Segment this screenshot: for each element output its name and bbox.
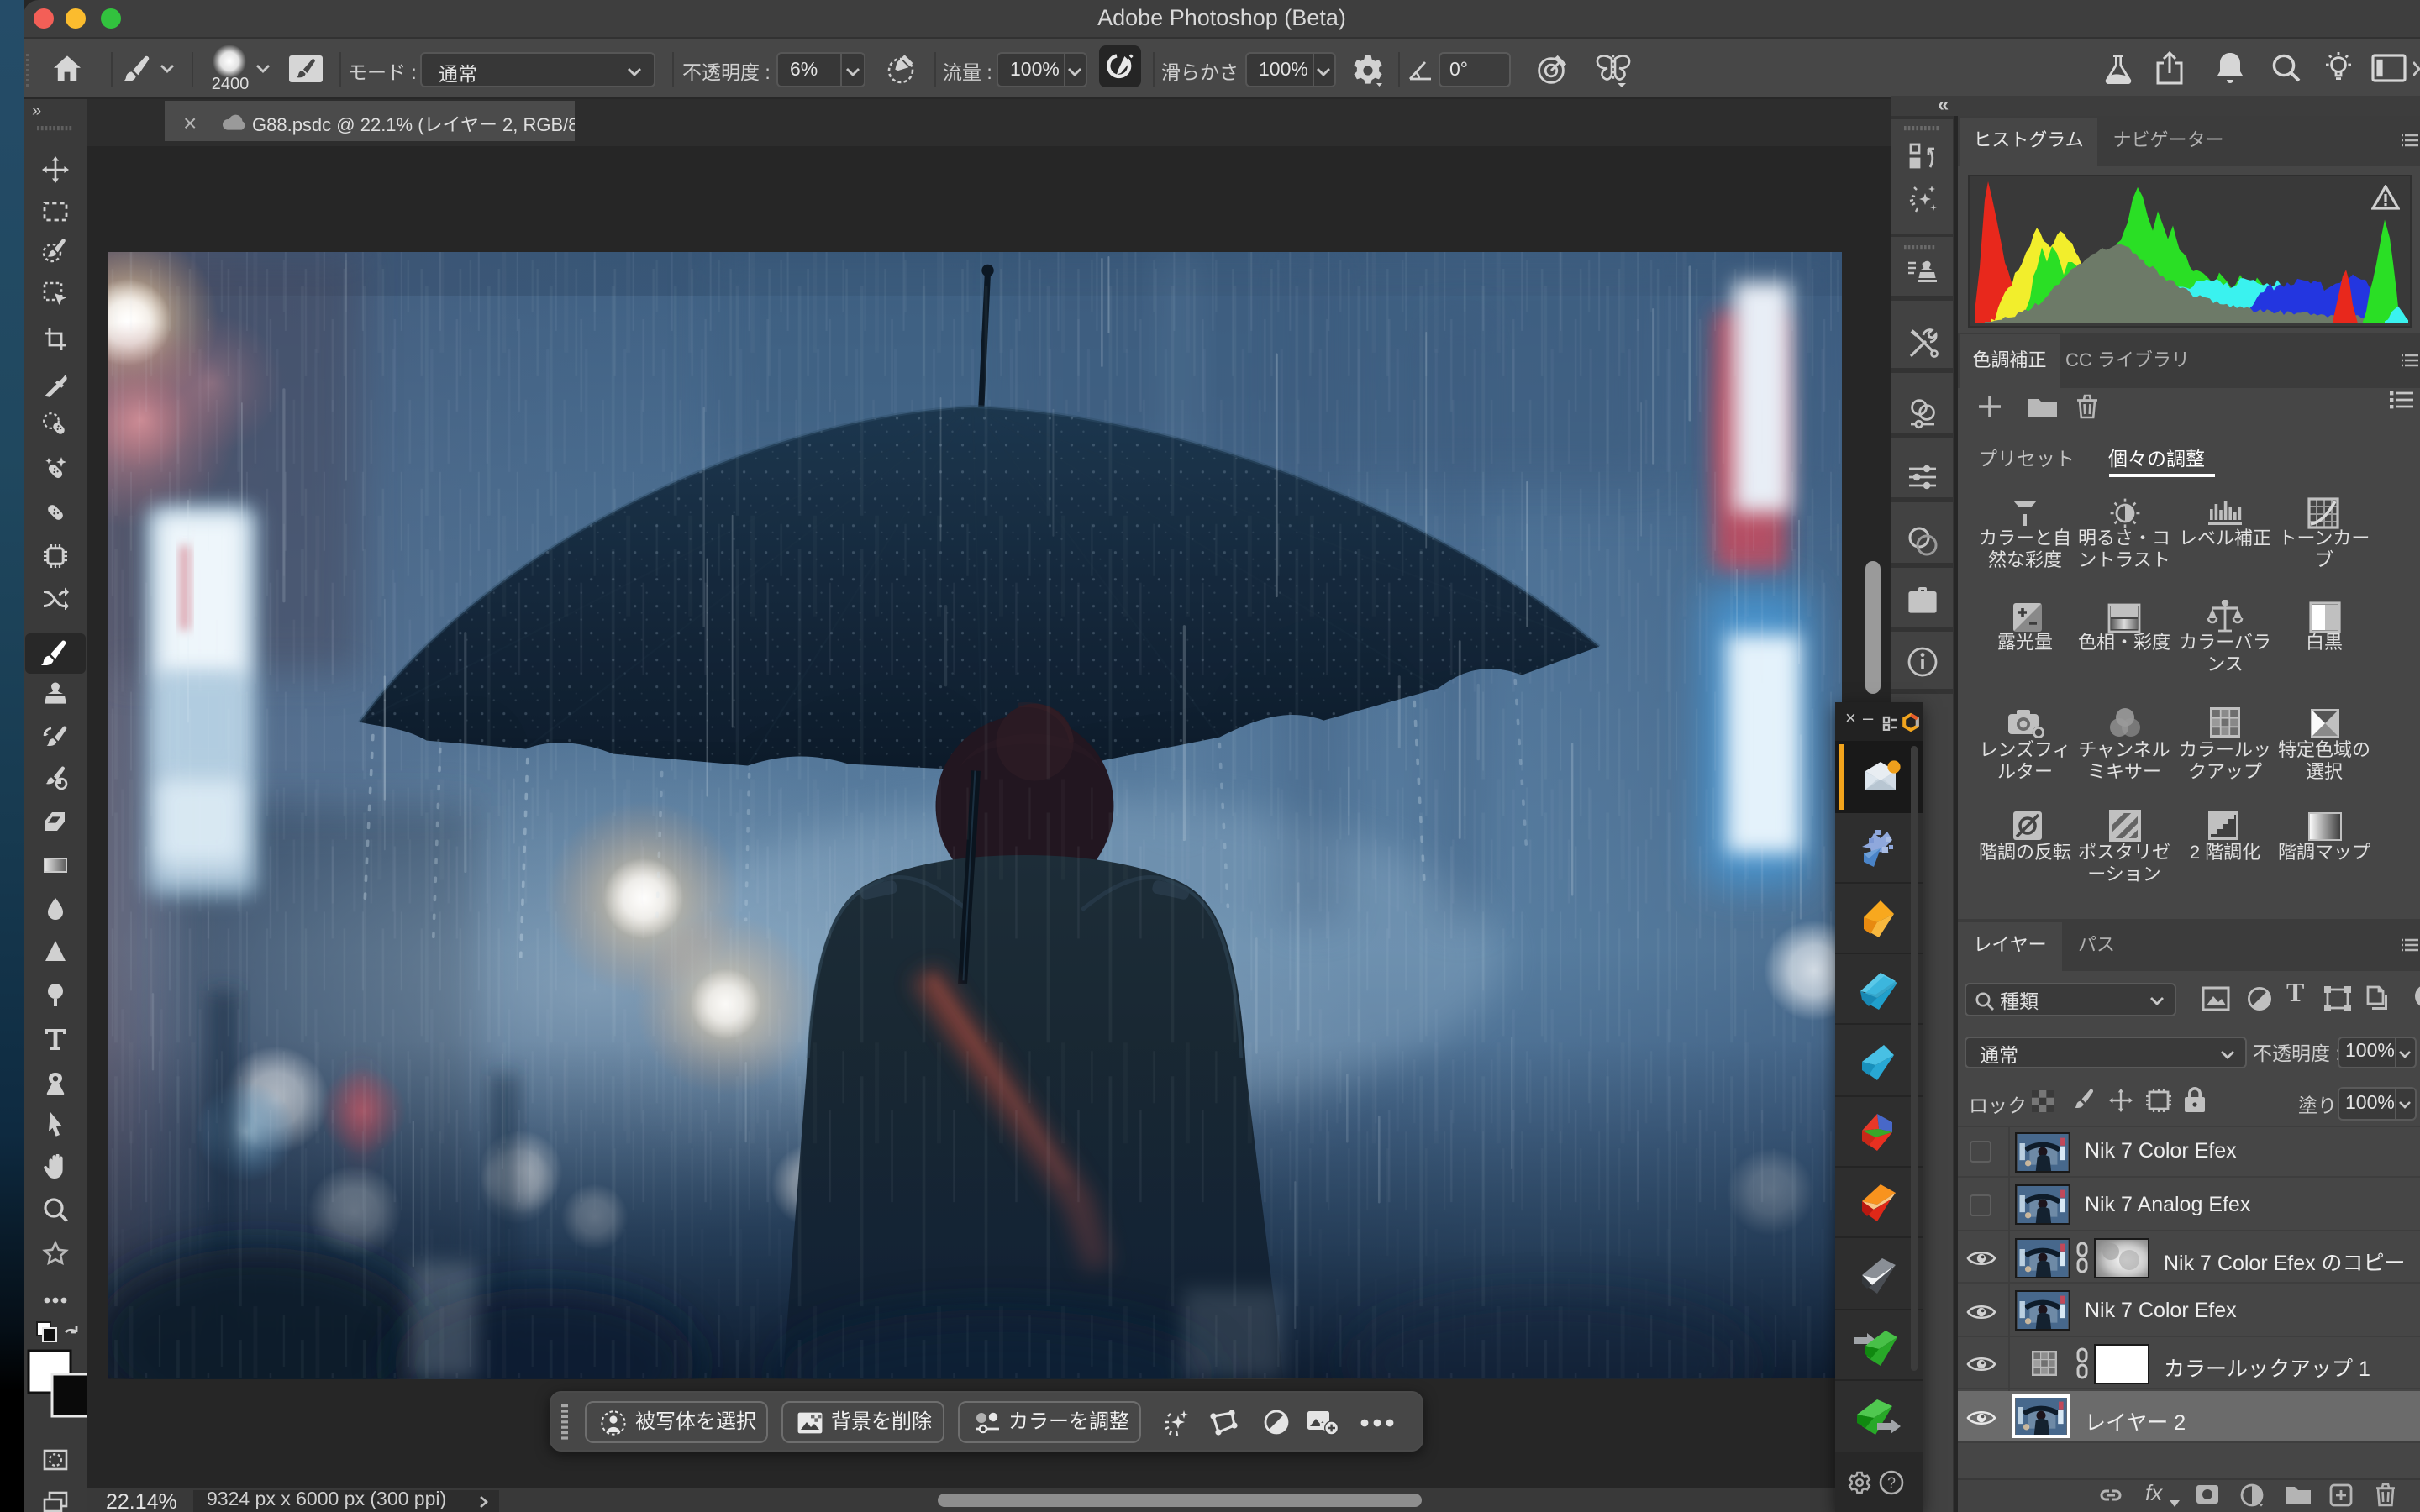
svg-text:?: ?: [1887, 1475, 1896, 1492]
